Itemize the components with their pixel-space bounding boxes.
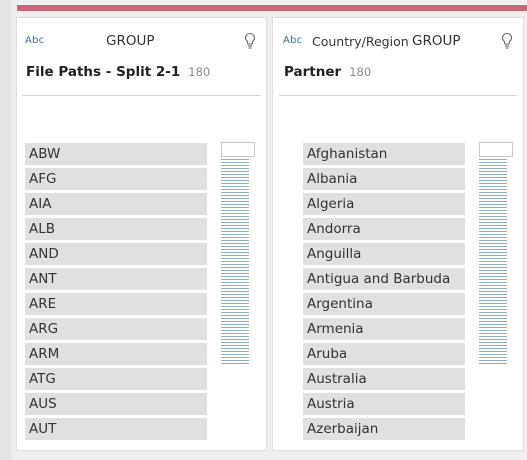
distinct-count: 180 [188,65,211,79]
header-divider [279,95,517,96]
list-item[interactable]: Antigua and Barbuda [303,268,465,290]
list-item[interactable]: Anguilla [303,243,465,265]
value-list: ABW AFG AIA ALB AND ANT ARE ARG ARM ATG … [25,143,207,443]
lightbulb-icon[interactable] [501,32,513,50]
field-name: Partner [284,64,342,80]
list-item[interactable]: ARG [25,318,207,340]
list-item[interactable]: Andorra [303,218,465,240]
list-item[interactable]: Armenia [303,318,465,340]
field-role-label: GROUP [412,33,461,49]
list-item[interactable]: AIA [25,193,207,215]
field-role-label: GROUP [106,33,155,49]
list-item[interactable]: ARM [25,343,207,365]
list-item[interactable]: Australia [303,368,465,390]
list-item[interactable]: AND [25,243,207,265]
data-role-label: Country/Region [312,34,409,49]
list-item[interactable]: Azerbaijan [303,418,465,440]
data-type-badge[interactable]: Abc [283,35,302,46]
step-color-bar [17,5,527,11]
distribution-overview [221,144,249,366]
list-item[interactable]: ABW [25,143,207,165]
list-item[interactable]: AFG [25,168,207,190]
value-list: Afghanistan Albania Algeria Andorra Angu… [303,143,465,443]
list-item[interactable]: AUS [25,393,207,415]
distribution-overview [479,144,507,366]
left-pane-edge [0,0,11,460]
header-divider [22,95,260,96]
profile-card-partner[interactable]: Abc Country/Region GROUP Partner 180 Afgh… [273,18,523,450]
list-item[interactable]: ALB [25,218,207,240]
profile-card-file-paths[interactable]: Abc GROUP File Paths - Split 2-1 180 ABW … [17,18,266,450]
distinct-count: 180 [349,65,372,79]
list-item[interactable]: Argentina [303,293,465,315]
list-item[interactable]: Algeria [303,193,465,215]
list-item[interactable]: ANT [25,268,207,290]
data-type-badge[interactable]: Abc [25,35,44,46]
list-item[interactable]: Albania [303,168,465,190]
field-name-header[interactable]: Partner 180 [284,64,371,80]
field-name-header[interactable]: File Paths - Split 2-1 180 [26,64,210,80]
scroll-thumb[interactable] [221,142,255,157]
lightbulb-icon[interactable] [244,32,256,50]
list-item[interactable]: ARE [25,293,207,315]
list-item[interactable]: AUT [25,418,207,440]
overview-scrollbar[interactable] [479,142,513,368]
list-item[interactable]: Afghanistan [303,143,465,165]
list-item[interactable]: ATG [25,368,207,390]
overview-scrollbar[interactable] [221,142,255,368]
list-item[interactable]: Aruba [303,343,465,365]
scroll-thumb[interactable] [479,142,513,157]
list-item[interactable]: Austria [303,393,465,415]
field-name: File Paths - Split 2-1 [26,64,181,80]
